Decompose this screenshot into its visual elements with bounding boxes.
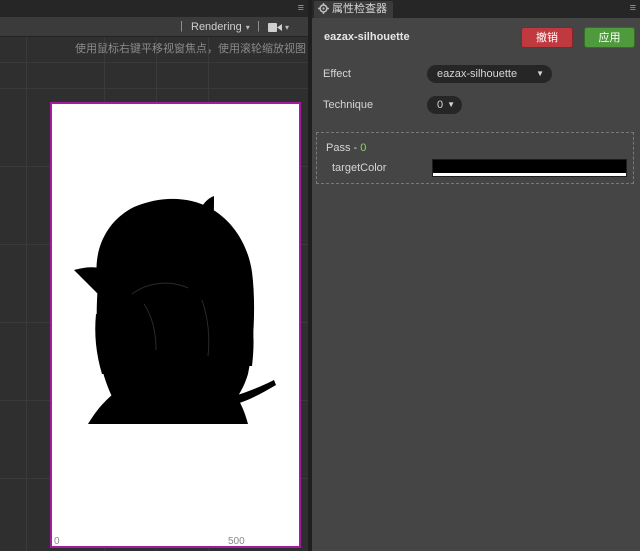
pass-prefix: Pass - <box>326 142 361 154</box>
grid-line <box>0 62 308 63</box>
alpha-bar <box>433 173 626 176</box>
axis-label-zero: 0 <box>54 536 60 547</box>
toolbar-separator: | <box>180 20 183 32</box>
effect-label: Effect <box>323 68 351 80</box>
gear-icon <box>318 3 329 14</box>
pass-index: 0 <box>360 142 367 154</box>
axis-label-500: 500 <box>228 536 245 547</box>
chevron-down-icon: ▾ <box>245 23 250 32</box>
inspector-menu-icon[interactable]: ≡ <box>630 2 636 14</box>
scene-menu-icon[interactable]: ≡ <box>298 2 304 14</box>
canvas-frame[interactable] <box>50 102 301 548</box>
effect-dropdown-value: eazax-silhouette <box>437 68 518 80</box>
scene-hint: 使用鼠标右键平移视窗焦点，使用滚轮缩放视图 <box>75 43 306 55</box>
technique-label: Technique <box>323 99 374 111</box>
scene-toolbar: | Rendering ▾ | ▾ <box>0 17 308 37</box>
pass-section: Pass - 0 targetColor <box>316 132 634 184</box>
camera-chevron-down-icon[interactable]: ▾ <box>285 23 289 32</box>
asset-name: eazax-silhouette <box>324 31 410 43</box>
character-silhouette[interactable] <box>52 104 299 546</box>
rendering-dropdown-label: Rendering <box>191 21 242 33</box>
target-color-label: targetColor <box>332 162 387 174</box>
inspector-panel: 属性检查器 ≡ eazax-silhouette 撤销 应用 Effect ea… <box>312 0 640 551</box>
inspector-tabbar: 属性检查器 ≡ <box>312 0 640 18</box>
scene-panel: ≡ | Rendering ▾ | ▾ 使用鼠标右键平移视窗焦点，使用滚轮缩放视图 <box>0 0 308 551</box>
pass-title: Pass - 0 <box>326 142 366 154</box>
effect-dropdown[interactable]: eazax-silhouette ▼ <box>427 65 552 83</box>
grid-line <box>0 88 308 89</box>
toolbar-separator: | <box>257 20 260 32</box>
technique-dropdown-value: 0 <box>437 99 444 111</box>
chevron-down-icon: ▼ <box>536 69 544 78</box>
apply-button[interactable]: 应用 <box>584 27 635 48</box>
camera-icon[interactable] <box>268 23 282 32</box>
chevron-down-icon: ▼ <box>447 100 455 109</box>
technique-dropdown[interactable]: 0 ▼ <box>427 96 462 114</box>
grid-line <box>26 37 27 551</box>
scene-tabbar: ≡ <box>0 0 308 17</box>
revert-button[interactable]: 撤销 <box>521 27 573 48</box>
target-color-swatch[interactable] <box>432 159 627 177</box>
rendering-dropdown[interactable]: Rendering ▾ <box>191 21 250 33</box>
tab-inspector[interactable]: 属性检查器 <box>314 1 393 18</box>
tab-inspector-label: 属性检查器 <box>332 3 387 15</box>
